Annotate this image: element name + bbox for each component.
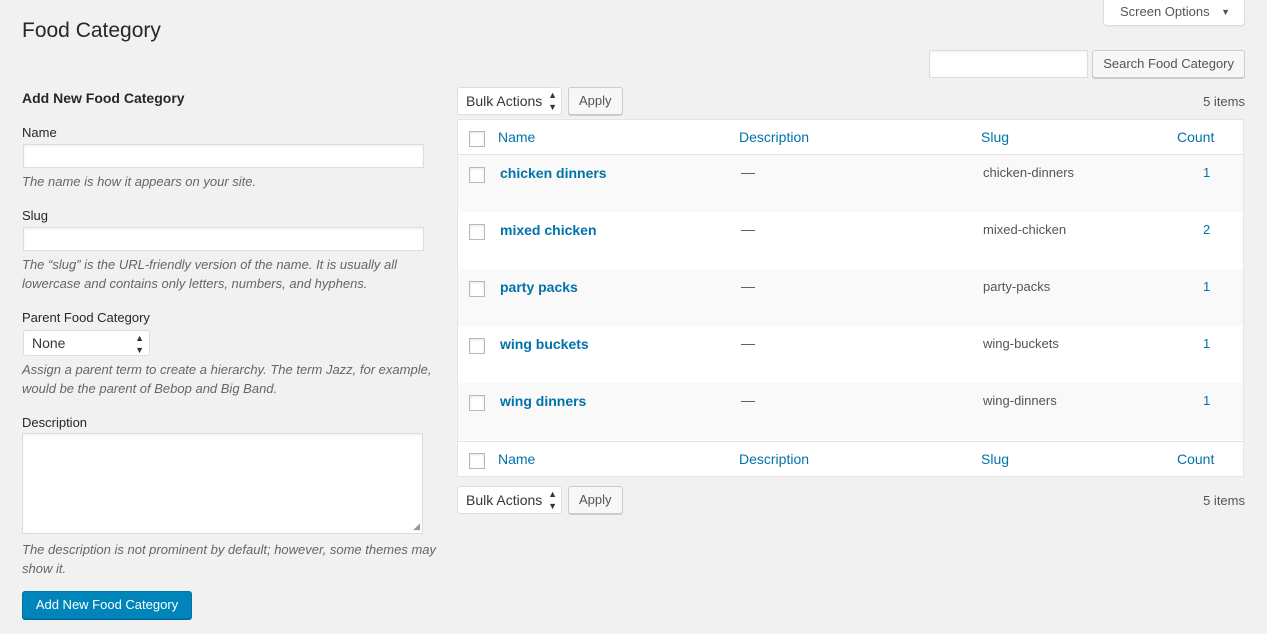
- row-count-link[interactable]: 1: [1203, 393, 1210, 408]
- row-description: —: [741, 164, 755, 180]
- select-all-checkbox-footer[interactable]: [469, 453, 485, 469]
- row-description: —: [741, 278, 755, 294]
- column-count[interactable]: Count: [1177, 129, 1214, 145]
- add-category-form: Add New Food Category Name The name is h…: [22, 90, 437, 619]
- row-description: —: [741, 392, 755, 408]
- bulk-actions-select[interactable]: Bulk Actions ▲ ▼: [457, 87, 562, 115]
- column-name[interactable]: Name: [498, 129, 535, 145]
- table-header: Name Description Slug Count: [458, 120, 1243, 155]
- select-all-checkbox[interactable]: [469, 131, 485, 147]
- screen-options-label: Screen Options: [1120, 4, 1210, 19]
- screen-options-button[interactable]: Screen Options ▼: [1103, 0, 1245, 26]
- row-checkbox[interactable]: [469, 395, 485, 411]
- page-title: Food Category: [22, 19, 161, 42]
- row-count-link[interactable]: 2: [1203, 222, 1210, 237]
- row-name-link[interactable]: wing buckets: [500, 336, 589, 352]
- row-description: —: [741, 221, 755, 237]
- description-label: Description: [22, 415, 88, 430]
- row-name-link[interactable]: party packs: [500, 279, 578, 295]
- bulk-actions-select-bottom[interactable]: Bulk Actions ▲ ▼: [457, 486, 562, 514]
- apply-button-bottom[interactable]: Apply: [568, 486, 623, 514]
- slug-input[interactable]: [23, 227, 424, 251]
- apply-button[interactable]: Apply: [568, 87, 623, 115]
- parent-help: Assign a parent term to create a hierarc…: [22, 362, 432, 396]
- row-count-link[interactable]: 1: [1203, 336, 1210, 351]
- table-row: wing buckets — wing-buckets 1: [458, 326, 1243, 383]
- row-checkbox[interactable]: [469, 167, 485, 183]
- items-count-bottom: 5 items: [1203, 493, 1245, 508]
- name-help: The name is how it appears on your site.: [22, 174, 257, 189]
- column-slug-footer[interactable]: Slug: [981, 451, 1009, 467]
- slug-help: The “slug” is the URL-friendly version o…: [22, 257, 397, 291]
- bulk-actions-label: Bulk Actions: [466, 492, 543, 508]
- search-input[interactable]: [929, 50, 1089, 78]
- column-slug[interactable]: Slug: [981, 129, 1009, 145]
- caret-down-icon: ▼: [1221, 7, 1230, 17]
- name-input[interactable]: [23, 144, 424, 168]
- select-arrows-icon: ▲ ▼: [548, 90, 557, 112]
- search-box: Search Food Category: [929, 50, 1245, 78]
- name-label: Name: [22, 125, 57, 140]
- row-description: —: [741, 335, 755, 351]
- column-description-footer[interactable]: Description: [739, 451, 809, 467]
- bulk-actions-top: Bulk Actions ▲ ▼ Apply: [457, 87, 623, 115]
- select-arrows-icon: ▲ ▼: [135, 333, 144, 355]
- row-checkbox[interactable]: [469, 281, 485, 297]
- description-help: The description is not prominent by defa…: [22, 542, 437, 576]
- search-button[interactable]: Search Food Category: [1092, 50, 1245, 78]
- table-row: chicken dinners — chicken-dinners 1: [458, 155, 1243, 212]
- parent-selected-value: None: [32, 335, 66, 351]
- row-checkbox[interactable]: [469, 338, 485, 354]
- form-heading: Add New Food Category: [22, 90, 185, 106]
- parent-select[interactable]: None ▲ ▼: [23, 330, 150, 356]
- row-slug: party-packs: [983, 279, 1051, 294]
- table-footer: Name Description Slug Count: [458, 441, 1243, 476]
- slug-label: Slug: [22, 208, 49, 223]
- resize-handle-icon[interactable]: ◢: [413, 522, 420, 531]
- select-arrows-icon: ▲ ▼: [548, 489, 557, 511]
- row-name-link[interactable]: chicken dinners: [500, 165, 607, 181]
- row-count-link[interactable]: 1: [1203, 279, 1210, 294]
- column-description[interactable]: Description: [739, 129, 809, 145]
- categories-table: Name Description Slug Count chicken dinn…: [457, 119, 1244, 477]
- bulk-actions-label: Bulk Actions: [466, 93, 543, 109]
- items-count: 5 items: [1203, 94, 1245, 109]
- add-category-button[interactable]: Add New Food Category: [22, 591, 192, 619]
- bulk-actions-bottom: Bulk Actions ▲ ▼ Apply: [457, 486, 623, 514]
- row-name-link[interactable]: wing dinners: [500, 393, 586, 409]
- table-row: party packs — party-packs 1: [458, 269, 1243, 326]
- row-slug: wing-dinners: [983, 393, 1057, 408]
- row-slug: wing-buckets: [983, 336, 1059, 351]
- column-name-footer[interactable]: Name: [498, 451, 535, 467]
- table-row: mixed chicken — mixed-chicken 2: [458, 212, 1243, 269]
- parent-label: Parent Food Category: [22, 310, 150, 325]
- column-count-footer[interactable]: Count: [1177, 451, 1214, 467]
- row-slug: mixed-chicken: [983, 222, 1067, 237]
- table-row: wing dinners — wing-dinners 1: [458, 383, 1243, 440]
- description-textarea[interactable]: ◢: [22, 433, 423, 534]
- row-checkbox[interactable]: [469, 224, 485, 240]
- row-count-link[interactable]: 1: [1203, 165, 1210, 180]
- row-slug: chicken-dinners: [983, 165, 1075, 180]
- row-name-link[interactable]: mixed chicken: [500, 222, 597, 238]
